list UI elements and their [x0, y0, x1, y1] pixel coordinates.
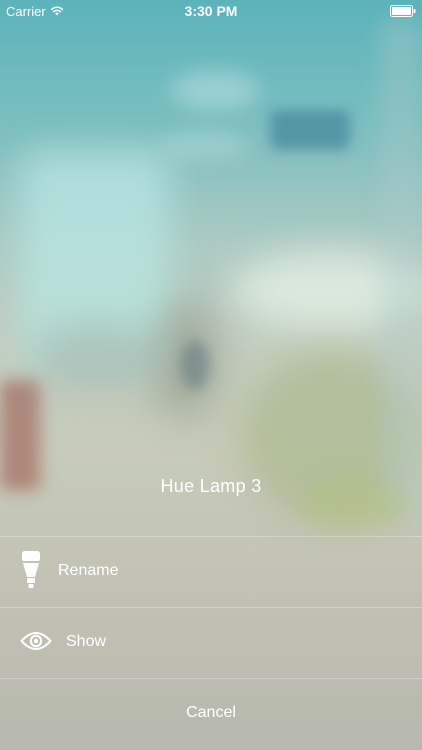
- cancel-label: Cancel: [186, 704, 236, 721]
- divider: [0, 678, 422, 679]
- rename-label: Rename: [58, 562, 119, 579]
- divider: [0, 607, 422, 608]
- lamp-name-title: Hue Lamp 3: [160, 476, 262, 496]
- screen: Carrier 3:30 PM Hue Lamp 3 Rename Show C…: [0, 0, 422, 750]
- cancel-button[interactable]: Cancel: [0, 678, 422, 748]
- divider: [0, 536, 422, 537]
- clock-time: 3:30 PM: [184, 3, 238, 19]
- rename-button[interactable]: Rename: [0, 536, 422, 606]
- eye-icon: [20, 632, 52, 650]
- status-bar: Carrier 3:30 PM: [0, 0, 422, 22]
- lamp-bulb-icon: [22, 551, 40, 588]
- show-button[interactable]: Show: [0, 607, 422, 677]
- battery-full-icon: [390, 5, 416, 17]
- show-label: Show: [66, 633, 107, 650]
